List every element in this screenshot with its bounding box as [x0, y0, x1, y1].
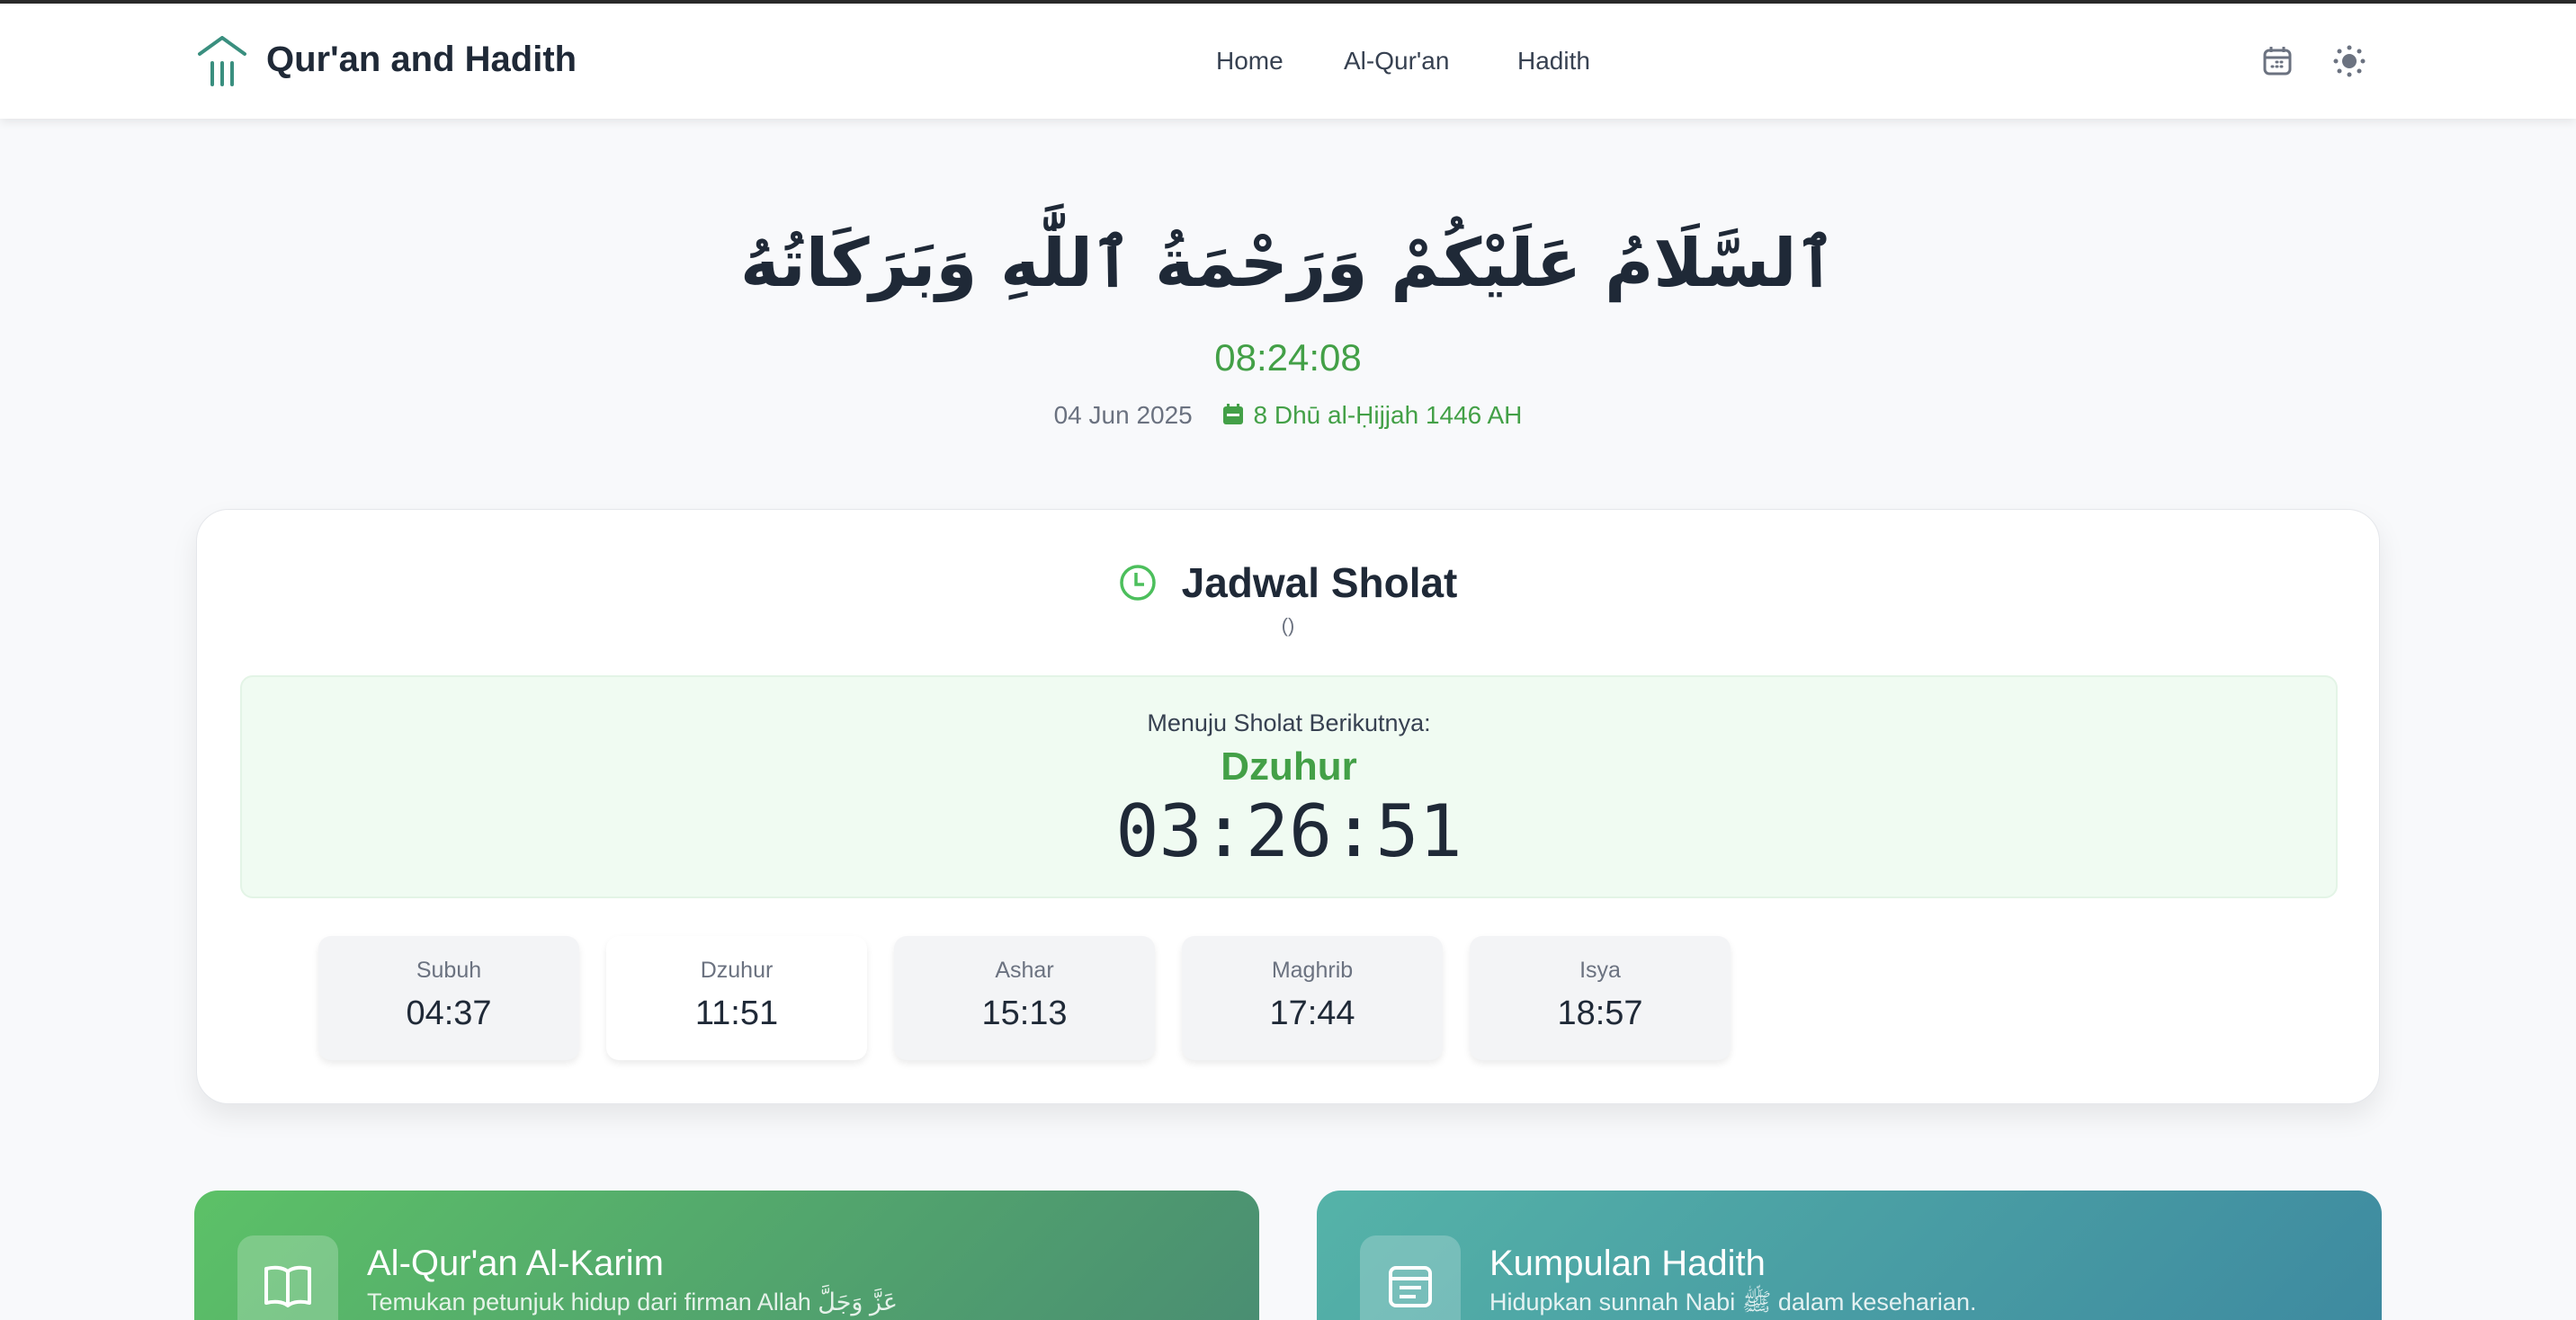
feature-title: Kumpulan Hadith [1489, 1244, 1766, 1283]
next-prayer-label: Menuju Sholat Berikutnya: [1147, 709, 1431, 736]
prayer-time-isya: Isya 18:57 [1470, 936, 1731, 1060]
nav-hadith[interactable]: Hadith [1517, 47, 1590, 76]
nav-al-quran[interactable]: Al-Qur'an [1344, 47, 1449, 76]
prayer-time: 11:51 [694, 994, 779, 1032]
prayer-time: 17:44 [1269, 994, 1355, 1032]
hijri-date: 8 Dhū al-Ḥijjah 1446 AH [1253, 401, 1523, 429]
date-row: 04 Jun 2025 8 Dhū al-Ḥijjah 1446 AH [0, 401, 2576, 430]
current-time: 08:24:08 [1214, 336, 1362, 379]
icon-box [1360, 1235, 1461, 1320]
feature-subtitle: Hidupkan sunnah Nabi ﷺ dalam keseharian. [1489, 1289, 1977, 1316]
feature-title: Al-Qur'an Al-Karim [367, 1244, 664, 1283]
prayer-time: 15:13 [981, 994, 1068, 1032]
prayer-name: Dzuhur [700, 958, 774, 983]
gregorian-date: 04 Jun 2025 [1053, 401, 1193, 429]
prayer-name: Isya [1579, 958, 1621, 983]
prayer-time: 04:37 [406, 994, 492, 1032]
feature-subtitle: Temukan petunjuk hidup dari firman Allah… [367, 1289, 898, 1316]
prayer-time-ashar: Ashar 15:13 [894, 936, 1155, 1060]
hadith-feature-card[interactable]: Kumpulan Hadith Hidupkan sunnah Nabi ﷺ d… [1317, 1191, 2382, 1320]
icon-box [237, 1235, 338, 1320]
prayer-schedule-card: Jadwal Sholat () Menuju Sholat Berikutny… [196, 509, 2380, 1104]
prayer-time-maghrib: Maghrib 17:44 [1182, 936, 1443, 1060]
brand-title[interactable]: Qur'an and Hadith [266, 40, 577, 80]
greeting-arabic: ٱلسَّلَامُ عَلَيْكُمْ وَرَحْمَةُ ٱللَّٰه… [740, 225, 1836, 302]
countdown: 03:26:51 [1115, 789, 1462, 873]
calendar-icon [1222, 404, 1243, 424]
sun-icon[interactable] [2331, 43, 2367, 79]
prayer-time-subuh: Subuh 04:37 [318, 936, 579, 1060]
next-prayer-name: Dzuhur [1221, 745, 1357, 789]
hijri-date-wrap: 8 Dhū al-Ḥijjah 1446 AH [1221, 401, 1523, 429]
scroll-icon [1389, 1266, 1432, 1307]
prayer-time: 18:57 [1557, 994, 1643, 1032]
schedule-title-row: Jadwal Sholat [197, 558, 2379, 607]
nav-home[interactable]: Home [1216, 47, 1284, 76]
schedule-title: Jadwal Sholat [1181, 559, 1458, 606]
prayer-time-dzuhur: Dzuhur 11:51 [606, 936, 867, 1060]
mosque-logo-icon [198, 36, 246, 86]
book-open-icon [264, 1265, 311, 1307]
next-prayer-panel: Menuju Sholat Berikutnya: Dzuhur 03:26:5… [240, 675, 2338, 898]
calendar-icon[interactable] [2259, 43, 2295, 79]
prayer-name: Maghrib [1271, 958, 1354, 983]
location-label: () [1281, 614, 1295, 637]
clock-icon [1119, 565, 1156, 601]
header: Qur'an and Hadith Home Al-Qur'an Hadith [0, 4, 2576, 119]
prayer-name: Ashar [995, 958, 1054, 983]
quran-feature-card[interactable]: Al-Qur'an Al-Karim Temukan petunjuk hidu… [194, 1191, 1259, 1320]
prayer-name: Subuh [416, 958, 482, 983]
